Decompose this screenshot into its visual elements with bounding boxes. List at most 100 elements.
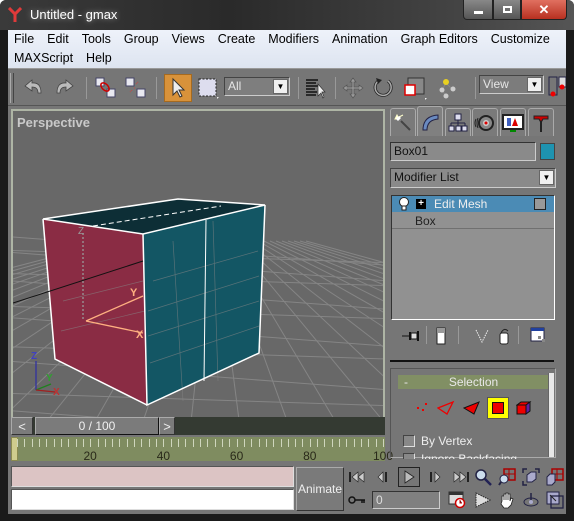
tab-modify[interactable] xyxy=(417,106,443,136)
select-and-rotate-button[interactable] xyxy=(369,74,397,102)
menu-graph-editors[interactable]: Graph Editors xyxy=(401,32,478,46)
grid-line xyxy=(263,240,383,302)
selection-filter-dropdown[interactable]: All ▼ xyxy=(224,77,290,96)
previous-frame-button[interactable] xyxy=(372,467,394,487)
field-of-view-button[interactable] xyxy=(472,490,494,510)
time-slider-prev-button[interactable]: < xyxy=(11,417,33,435)
menu-views[interactable]: Views xyxy=(172,32,205,46)
configure-modifier-sets-icon[interactable] xyxy=(530,327,548,345)
menu-group[interactable]: Group xyxy=(124,32,159,46)
time-slider[interactable]: < 0 / 100 > xyxy=(11,417,385,435)
viewport-scene[interactable]: Y X Z Z Y X xyxy=(13,111,383,433)
menu-edit[interactable]: Edit xyxy=(47,32,69,46)
key-mode-button[interactable] xyxy=(346,490,368,510)
command-panel-tabs xyxy=(390,106,554,136)
goto-start-button[interactable] xyxy=(346,467,368,487)
select-object-button[interactable] xyxy=(164,74,192,102)
select-and-rotate-icon xyxy=(373,78,393,97)
time-slider-thumb[interactable]: 0 / 100 xyxy=(35,417,159,435)
menu-customize[interactable]: Customize xyxy=(491,32,550,46)
element-level-icon[interactable] xyxy=(516,400,532,416)
pivot-point-button[interactable] xyxy=(434,74,462,102)
rollout-scrollbar[interactable] xyxy=(548,373,554,457)
trackbar-tick xyxy=(302,439,304,447)
minimize-button[interactable] xyxy=(463,0,493,20)
perspective-viewport[interactable]: Y X Z Z Y X Perspective xyxy=(11,109,385,435)
track-bar[interactable]: 20 40 60 80 100 xyxy=(11,437,393,463)
tab-display[interactable] xyxy=(500,108,526,136)
prompt-line[interactable] xyxy=(11,489,294,510)
close-button[interactable]: ✕ xyxy=(521,0,567,20)
menu-animation[interactable]: Animation xyxy=(332,32,388,46)
menu-bar: File Edit Tools Group Views Create Modifiers An… xyxy=(8,30,566,68)
time-slider-next-button[interactable]: > xyxy=(159,417,175,435)
next-frame-button[interactable] xyxy=(424,467,446,487)
maxscript-listener-mini[interactable] xyxy=(11,466,294,487)
edge-level-icon[interactable] xyxy=(437,400,455,416)
polygon-level-button[interactable] xyxy=(487,397,509,419)
stack-item-box[interactable]: Box xyxy=(392,213,554,229)
tab-utilities[interactable] xyxy=(528,108,554,136)
expand-plus-icon[interactable]: + xyxy=(416,199,426,209)
trackbar-tick xyxy=(82,439,84,447)
unlink-selection-button[interactable] xyxy=(122,74,150,102)
trackbar-tick xyxy=(265,439,267,447)
arc-rotate-button[interactable] xyxy=(520,490,542,510)
trackbar-tick xyxy=(331,439,333,447)
stack-item-checkbox[interactable] xyxy=(534,198,546,210)
menu-create[interactable]: Create xyxy=(218,32,256,46)
face-level-icon[interactable] xyxy=(463,400,481,416)
maximize-button[interactable] xyxy=(493,0,521,20)
pin-stack-icon[interactable] xyxy=(402,329,420,343)
box01-object[interactable] xyxy=(42,198,266,407)
menu-help[interactable]: Help xyxy=(86,51,112,65)
zoom-extents-button[interactable] xyxy=(520,467,542,487)
by-vertex-checkbox[interactable] xyxy=(403,435,415,447)
undo-button[interactable] xyxy=(20,74,48,102)
select-and-scale-button[interactable] xyxy=(401,74,429,102)
zoom-extents-all-button[interactable] xyxy=(544,467,566,487)
viewport-label[interactable]: Perspective xyxy=(17,115,90,130)
mirror-tools-button[interactable] xyxy=(548,74,566,102)
time-configuration-button[interactable] xyxy=(446,490,468,510)
zoom-button[interactable] xyxy=(472,467,494,487)
lightbulb-icon[interactable] xyxy=(398,197,410,211)
redo-button[interactable] xyxy=(50,74,78,102)
goto-end-button[interactable] xyxy=(450,467,472,487)
menu-modifiers[interactable]: Modifiers xyxy=(268,32,319,46)
reference-coord-dropdown[interactable]: View ▼ xyxy=(479,75,544,94)
object-color-swatch[interactable] xyxy=(540,143,555,160)
select-and-link-button[interactable] xyxy=(92,74,120,102)
make-unique-icon[interactable] xyxy=(474,328,490,344)
modifier-list-dropdown[interactable]: Modifier List ▼ xyxy=(390,168,556,188)
menu-tools[interactable]: Tools xyxy=(82,32,111,46)
tab-hierarchy[interactable] xyxy=(445,108,471,136)
menu-maxscript[interactable]: MAXScript xyxy=(14,51,73,65)
remove-modifier-icon[interactable] xyxy=(498,327,510,345)
current-frame-field[interactable]: 0 xyxy=(372,491,440,509)
next-frame-icon xyxy=(430,471,441,483)
select-and-move-button[interactable] xyxy=(339,74,367,102)
object-name-field[interactable]: Box01 xyxy=(390,142,536,161)
zoom-all-button[interactable] xyxy=(496,467,518,487)
zoom-all-icon xyxy=(498,468,516,486)
stack-item-edit-mesh[interactable]: + Edit Mesh xyxy=(392,196,554,212)
tab-motion[interactable] xyxy=(472,108,498,136)
rectangular-selection-button[interactable] xyxy=(194,74,222,102)
selection-rollout-header[interactable]: - Selection xyxy=(398,375,549,389)
pan-button[interactable] xyxy=(496,490,518,510)
arc-rotate-icon xyxy=(523,493,539,507)
tab-create[interactable] xyxy=(390,108,416,136)
modifier-stack[interactable]: + Edit Mesh Box xyxy=(391,195,555,320)
title-bar[interactable]: Untitled - gmax ✕ xyxy=(0,0,574,30)
trackbar-tick xyxy=(207,439,209,447)
min-max-toggle-button[interactable] xyxy=(544,490,566,510)
select-by-name-button[interactable] xyxy=(302,74,330,102)
menu-file[interactable]: File xyxy=(14,32,34,46)
toolbar-grip[interactable] xyxy=(10,73,14,103)
vertex-level-icon[interactable] xyxy=(415,401,429,415)
play-button[interactable] xyxy=(398,467,420,487)
animate-button[interactable]: Animate xyxy=(296,467,344,511)
ignore-backfacing-checkbox[interactable] xyxy=(403,453,415,459)
show-end-result-icon[interactable] xyxy=(436,327,446,345)
